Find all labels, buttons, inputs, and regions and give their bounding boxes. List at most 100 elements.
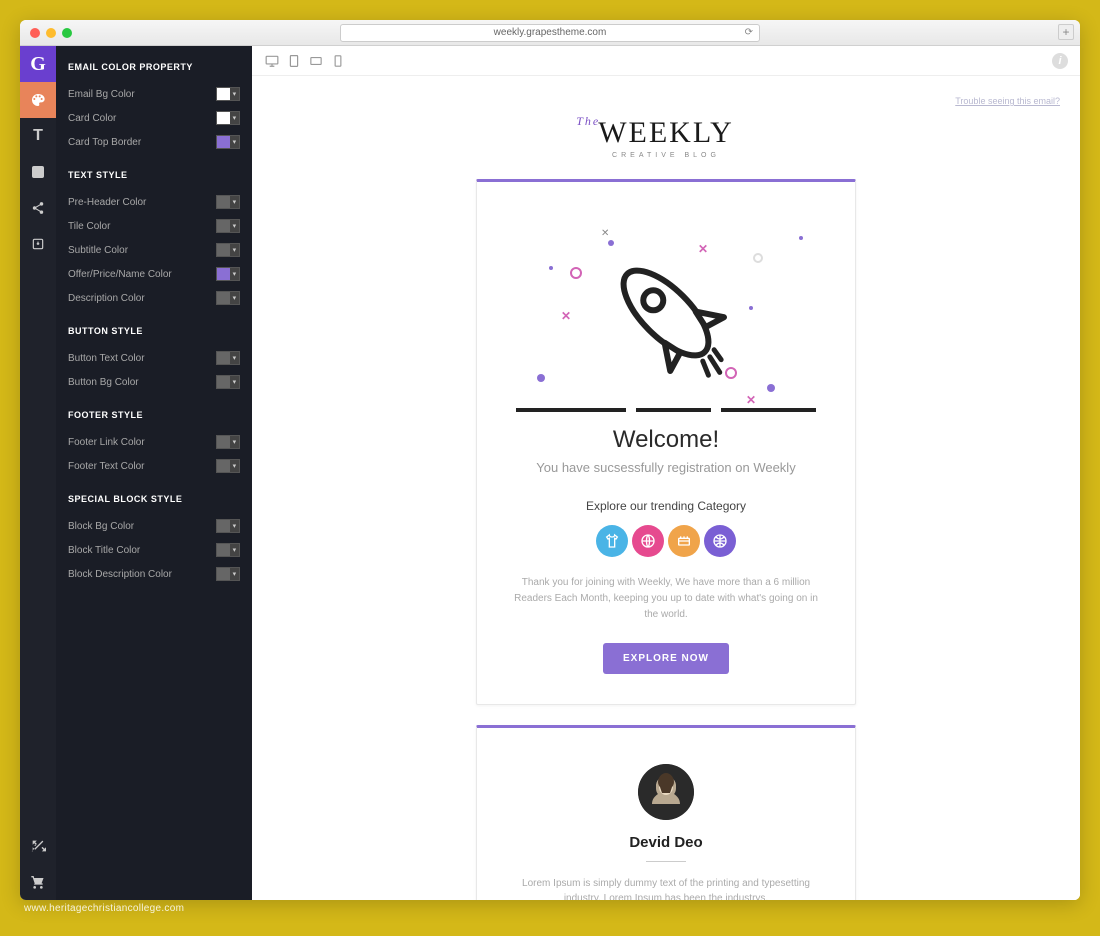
property-row: Card Color▾ — [56, 106, 252, 130]
color-swatch-control[interactable]: ▾ — [216, 111, 240, 125]
property-row: Subtitle Color ▾ — [56, 238, 252, 262]
email-preview: Trouble seeing this email? The WEEKLY CR… — [252, 76, 1080, 900]
color-swatch — [217, 220, 230, 232]
property-label: Description Color — [68, 293, 145, 304]
property-label: Block Bg Color — [68, 521, 134, 532]
export-icon — [31, 237, 45, 251]
rail-blocks[interactable] — [20, 154, 56, 190]
url-text: weekly.grapestheme.com — [494, 25, 607, 41]
category-apparel-icon[interactable] — [596, 525, 628, 557]
property-label: Offer/Price/Name Color — [68, 269, 172, 280]
canvas-area: i Trouble seeing this email? The WEEKLY … — [252, 46, 1080, 900]
section-header: TEXT STYLE — [56, 154, 252, 190]
author-name: Devid Deo — [501, 834, 831, 851]
color-swatch — [217, 544, 230, 556]
section-header: FOOTER STYLE — [56, 394, 252, 430]
property-label: Button Text Color — [68, 353, 145, 364]
device-desktop-icon[interactable] — [264, 53, 280, 69]
color-swatch-control[interactable]: ▾ — [216, 519, 240, 533]
property-label: Email Bg Color — [68, 89, 135, 100]
rail-cart[interactable] — [20, 864, 56, 900]
section-header: EMAIL COLOR PROPERTY — [56, 46, 252, 82]
chevron-down-icon: ▾ — [230, 244, 239, 256]
canvas-toolbar: i — [252, 46, 1080, 76]
explore-label: Explore our trending Category — [501, 499, 831, 513]
color-swatch-control[interactable]: ▾ — [216, 267, 240, 281]
color-swatch-control[interactable]: ▾ — [216, 459, 240, 473]
color-swatch-control[interactable]: ▾ — [216, 351, 240, 365]
explore-button[interactable]: EXPLORE NOW — [603, 643, 729, 674]
chevron-down-icon: ▾ — [230, 268, 239, 280]
property-row: Email Bg Color ▾ — [56, 82, 252, 106]
color-swatch — [217, 292, 230, 304]
browser-window: weekly.grapestheme.com ⟳ + G T — [20, 20, 1080, 900]
rail-export[interactable] — [20, 226, 56, 262]
url-bar[interactable]: weekly.grapestheme.com ⟳ — [340, 24, 760, 42]
color-swatch — [217, 136, 230, 148]
svg-text:✕: ✕ — [698, 242, 708, 256]
icon-rail: G T — [20, 46, 56, 900]
color-swatch-control[interactable]: ▾ — [216, 291, 240, 305]
rail-styles[interactable] — [20, 82, 56, 118]
canvas-scroll[interactable]: Trouble seeing this email? The WEEKLY CR… — [252, 76, 1080, 900]
color-swatch-control[interactable]: ▾ — [216, 435, 240, 449]
property-row: Block Description Color ▾ — [56, 562, 252, 586]
color-swatch — [217, 88, 230, 100]
category-travel-icon[interactable] — [704, 525, 736, 557]
chevron-down-icon: ▾ — [230, 88, 239, 100]
color-swatch — [217, 112, 230, 124]
property-label: Subtitle Color — [68, 245, 128, 256]
device-mobile-landscape-icon[interactable] — [308, 53, 324, 69]
device-tablet-icon[interactable] — [286, 53, 302, 69]
property-row: Block Title Color▾ — [56, 538, 252, 562]
app-logo: G — [20, 46, 56, 82]
close-window-icon[interactable] — [30, 28, 40, 38]
preheader-link[interactable]: Trouble seeing this email? — [955, 96, 1060, 106]
traffic-lights — [30, 28, 72, 38]
category-sports-icon[interactable] — [632, 525, 664, 557]
color-swatch-control[interactable]: ▾ — [216, 87, 240, 101]
divider — [646, 861, 686, 862]
rail-typography[interactable]: T — [20, 118, 56, 154]
rail-shuffle[interactable] — [20, 828, 56, 864]
chevron-down-icon: ▾ — [230, 112, 239, 124]
category-food-icon[interactable] — [668, 525, 700, 557]
square-icon — [32, 166, 44, 178]
welcome-subtitle: You have sucsessfully registration on We… — [501, 460, 831, 475]
color-swatch-control[interactable]: ▾ — [216, 195, 240, 209]
device-mobile-icon[interactable] — [330, 53, 346, 69]
color-swatch-control[interactable]: ▾ — [216, 135, 240, 149]
welcome-card: ✕ ✕ ✕ ✕ — [476, 179, 856, 705]
property-label: Block Description Color — [68, 569, 172, 580]
color-swatch-control[interactable]: ▾ — [216, 375, 240, 389]
rail-share[interactable] — [20, 190, 56, 226]
chevron-down-icon: ▾ — [230, 520, 239, 532]
property-row: Footer Link Color▾ — [56, 430, 252, 454]
color-swatch-control[interactable]: ▾ — [216, 567, 240, 581]
new-tab-button[interactable]: + — [1058, 24, 1074, 40]
chevron-down-icon: ▾ — [230, 544, 239, 556]
chevron-down-icon: ▾ — [230, 136, 239, 148]
property-row: Button Bg Color ▾ — [56, 370, 252, 394]
color-swatch-control[interactable]: ▾ — [216, 219, 240, 233]
info-icon[interactable]: i — [1052, 53, 1068, 69]
property-row: Footer Text Color▾ — [56, 454, 252, 478]
chevron-down-icon: ▾ — [230, 436, 239, 448]
minimize-window-icon[interactable] — [46, 28, 56, 38]
property-row: Description Color ▾ — [56, 286, 252, 310]
svg-text:✕: ✕ — [601, 228, 609, 239]
email-logo: The WEEKLY CREATIVE BLOG — [598, 116, 734, 159]
color-swatch-control[interactable]: ▾ — [216, 243, 240, 257]
color-swatch — [217, 352, 230, 364]
text-icon: T — [33, 127, 43, 145]
reload-icon[interactable]: ⟳ — [745, 25, 753, 41]
color-swatch-control[interactable]: ▾ — [216, 543, 240, 557]
maximize-window-icon[interactable] — [62, 28, 72, 38]
palette-icon — [30, 92, 46, 108]
property-label: Button Bg Color — [68, 377, 139, 388]
color-swatch — [217, 268, 230, 280]
chevron-down-icon: ▾ — [230, 460, 239, 472]
cart-icon — [30, 874, 46, 890]
color-swatch — [217, 520, 230, 532]
color-swatch — [217, 376, 230, 388]
